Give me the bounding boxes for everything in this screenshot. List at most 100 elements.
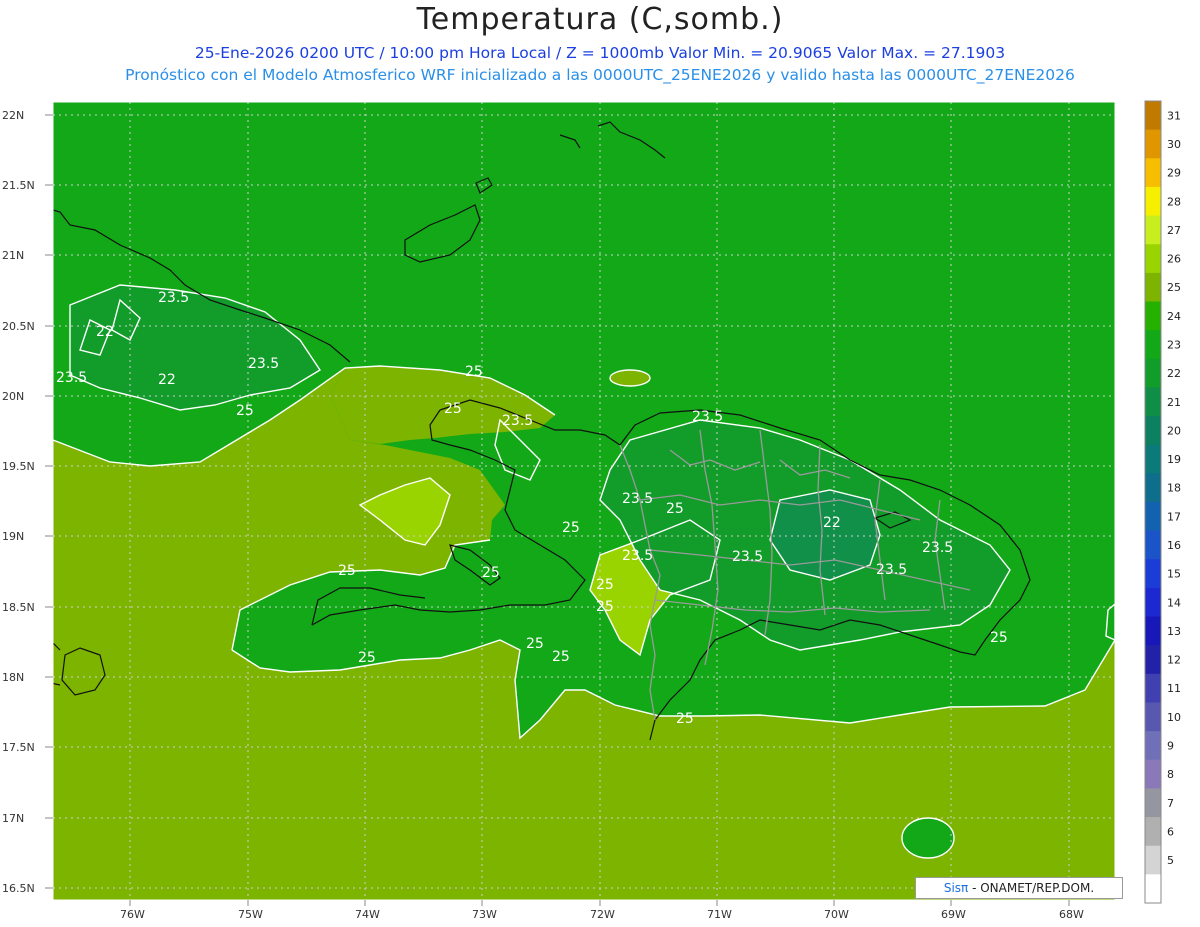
contour-label: 25 — [562, 520, 580, 536]
colorbar-label: 31 — [1167, 109, 1181, 122]
colorbar-swatch — [1145, 473, 1161, 503]
latitude-label: 16.5N — [2, 882, 35, 895]
longitude-label: 68W — [1059, 908, 1084, 921]
contour-label: 25 — [552, 649, 570, 665]
colorbar-swatch — [1145, 215, 1161, 245]
longitude-label: 73W — [472, 908, 497, 921]
colorbar-label: 25 — [1167, 281, 1181, 294]
latitude-label: 19N — [2, 530, 24, 543]
colorbar-label: 27 — [1167, 224, 1181, 237]
credit-sis: Sis — [943, 881, 962, 895]
colorbar-swatch — [1145, 759, 1161, 789]
colorbar-swatch — [1145, 874, 1161, 904]
colorbar-swatch — [1145, 502, 1161, 532]
colorbar-swatch — [1145, 101, 1161, 131]
colorbar-swatch — [1145, 530, 1161, 560]
colorbar-label: 9 — [1167, 739, 1174, 752]
contour-label: 23.5 — [622, 491, 653, 507]
contour-label: 22 — [158, 372, 176, 388]
colorbar-swatch — [1145, 301, 1161, 331]
contour-label: 23.5 — [248, 356, 279, 372]
colorbar-swatch — [1145, 673, 1161, 703]
colorbar-label: 18 — [1167, 482, 1181, 495]
latitude-label: 22N — [2, 109, 24, 122]
longitude-axis: 76W 75W 74W 73W 72W 71W 70W 69W 68W — [120, 900, 1084, 921]
colorbar: 31 30 29 28 27 26 25 24 23 22 21 20 19 18 17 16 15 14 13 12… — [1144, 100, 1181, 904]
longitude-label: 70W — [824, 908, 849, 921]
colorbar-label: 21 — [1167, 396, 1181, 409]
colorbar-label: 16 — [1167, 539, 1181, 552]
colorbar-label: 13 — [1167, 625, 1181, 638]
colorbar-label: 19 — [1167, 453, 1181, 466]
colorbar-swatch — [1145, 845, 1161, 875]
contour-label: 25 — [338, 563, 356, 579]
colorbar-swatch — [1145, 788, 1161, 818]
latitude-label: 20N — [2, 390, 24, 403]
latitude-label: 17N — [2, 812, 24, 825]
colorbar-label: 8 — [1167, 768, 1174, 781]
contour-label: 23.5 — [502, 413, 533, 429]
longitude-label: 69W — [941, 908, 966, 921]
colorbar-swatch — [1145, 158, 1161, 188]
colorbar-label: 23 — [1167, 338, 1181, 351]
contour-label: 23.5 — [922, 540, 953, 556]
colorbar-label: 10 — [1167, 711, 1181, 724]
colorbar-swatch — [1145, 645, 1161, 675]
colorbar-swatch — [1145, 616, 1161, 646]
colorbar-swatch — [1145, 387, 1161, 417]
credit-badge: Sisπ - ONAMET/REP.DOM. — [915, 877, 1123, 899]
latitude-label: 21.5N — [2, 179, 35, 192]
colorbar-swatch — [1145, 416, 1161, 446]
contour-label: 23.5 — [622, 548, 653, 564]
contour-label: 23.5 — [56, 370, 87, 386]
colorbar-swatch — [1145, 272, 1161, 302]
colorbar-label: 5 — [1167, 854, 1174, 867]
longitude-label: 75W — [238, 908, 263, 921]
colorbar-swatch — [1145, 559, 1161, 589]
contour-label: 23.5 — [732, 549, 763, 565]
colorbar-swatch — [1145, 244, 1161, 274]
latitude-label: 18.5N — [2, 601, 35, 614]
colorbar-label: 6 — [1167, 825, 1174, 838]
colorbar-label: 28 — [1167, 195, 1181, 208]
colorbar-label: 22 — [1167, 367, 1181, 380]
contour-label: 25 — [596, 599, 614, 615]
latitude-label: 21N — [2, 249, 24, 262]
contour-label: 25 — [676, 711, 694, 727]
temperature-map: 23.5 22 23.5 22 23.5 25 25 25 23.5 23.5 … — [2, 100, 1181, 921]
contour-label: 25 — [236, 403, 254, 419]
longitude-label: 72W — [590, 908, 615, 921]
colorbar-swatch — [1145, 186, 1161, 217]
latitude-label: 19.5N — [2, 460, 35, 473]
colorbar-label: 12 — [1167, 654, 1181, 667]
colorbar-swatch — [1145, 129, 1161, 159]
colorbar-label: 30 — [1167, 138, 1181, 151]
contour-label: 25 — [358, 650, 376, 666]
credit-org: - ONAMET/REP.DOM. — [968, 881, 1095, 895]
contour-label: 23.5 — [876, 562, 907, 578]
colorbar-swatch — [1145, 731, 1161, 761]
contour-label: 25 — [596, 577, 614, 593]
contour-label: 25 — [444, 401, 462, 417]
colorbar-label: 17 — [1167, 510, 1181, 523]
colorbar-label: 20 — [1167, 424, 1181, 437]
contour-label: 23.5 — [692, 409, 723, 425]
contour-label: 25 — [482, 565, 500, 581]
contour-label: 25 — [465, 364, 483, 380]
colorbar-swatch — [1145, 330, 1161, 360]
contour-label: 25 — [526, 636, 544, 652]
colorbar-label: 15 — [1167, 568, 1181, 581]
latitude-axis: 22N 21.5N 21N 20.5N 20N 19.5N 19N 18.5N … — [2, 109, 53, 895]
colorbar-swatch — [1145, 817, 1161, 847]
contour-label: 25 — [990, 630, 1008, 646]
colorbar-swatch — [1145, 358, 1161, 388]
longitude-label: 71W — [707, 908, 732, 921]
contour-label: 25 — [666, 501, 684, 517]
latitude-label: 20.5N — [2, 320, 35, 333]
colorbar-swatch — [1145, 444, 1161, 474]
latitude-label: 17.5N — [2, 741, 35, 754]
longitude-label: 74W — [355, 908, 380, 921]
colorbar-label: 26 — [1167, 253, 1181, 266]
contour-label: 22 — [823, 515, 841, 531]
colorbar-label: 7 — [1167, 797, 1174, 810]
